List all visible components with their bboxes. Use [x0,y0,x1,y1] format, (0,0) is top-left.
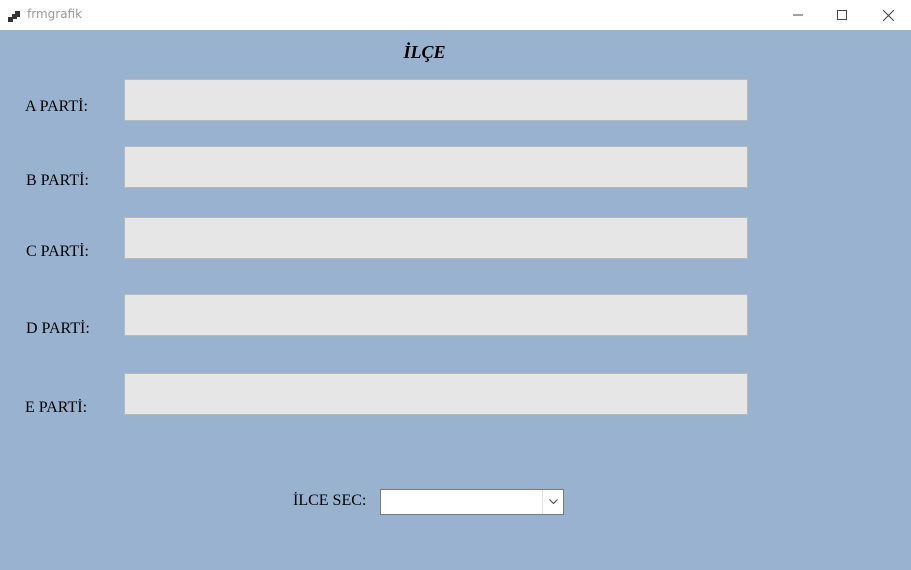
minimize-button[interactable] [775,0,821,30]
form-client-area: İLÇE A PARTİ: B PARTİ: C PARTİ: D PARTİ:… [0,30,911,570]
maximize-icon [837,10,847,20]
close-button[interactable] [865,0,911,30]
minimize-icon [793,10,803,20]
district-select-label: İLCE SEC: [293,492,367,509]
party-b-bar [124,146,748,188]
party-e-bar [124,373,748,415]
window-title: frmgrafik [27,7,83,21]
party-d-bar [124,294,748,336]
app-window-icon [8,8,20,22]
party-d-label: D PARTİ: [26,320,90,337]
party-c-label: C PARTİ: [26,243,89,260]
party-a-label: A PARTİ: [25,98,88,115]
district-heading: İLÇE [403,42,446,62]
app-window: frmgrafik İLÇE A PARTİ: B PARTİ: C PARTİ… [0,0,911,570]
party-b-label: B PARTİ: [26,172,89,189]
party-e-label: E PARTİ: [25,399,88,416]
close-icon [882,9,894,21]
party-a-bar [124,79,748,121]
chevron-down-icon[interactable] [542,490,563,514]
maximize-button[interactable] [819,0,865,30]
district-select[interactable] [380,489,564,515]
title-bar[interactable]: frmgrafik [0,0,911,30]
party-c-bar [124,217,748,259]
